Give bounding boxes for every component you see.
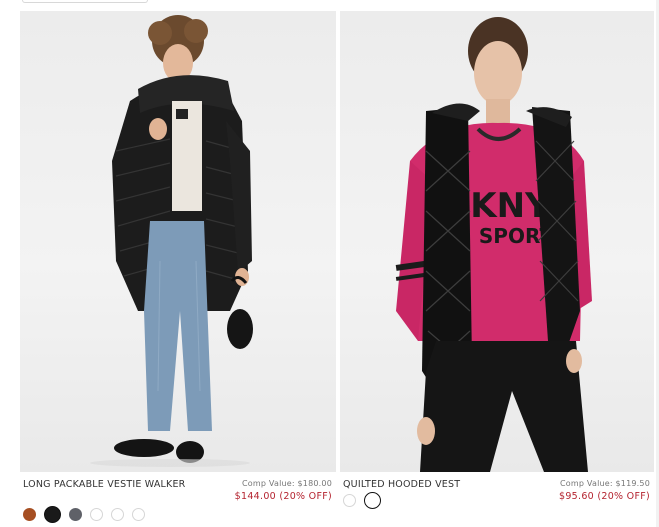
comp-value: Comp Value: $180.00 [242,479,332,488]
model-in-puffer-coat-illustration [90,15,253,467]
product-image[interactable]: KNY SPORT [340,11,654,472]
color-swatches [23,506,145,523]
color-swatch[interactable] [90,508,103,521]
sale-price: $95.60 (20% OFF) [558,491,650,502]
product-image[interactable] [20,11,336,472]
color-swatch[interactable] [343,494,356,507]
color-swatch[interactable] [132,508,145,521]
color-swatch-black[interactable] [44,506,61,523]
product-name[interactable]: QUILTED HOODED VEST [343,478,513,492]
product-name[interactable]: LONG PACKABLE VESTIE WALKER [23,478,193,492]
color-swatch[interactable] [111,508,124,521]
color-swatch-selected[interactable] [364,492,381,509]
product-card[interactable]: KNY SPORT QUILTED HOODED VEST Comp Value… [340,11,654,527]
comp-value: Comp Value: $119.50 [560,479,650,488]
filter-dropdown-stub[interactable] [22,0,148,3]
color-swatches [343,492,381,509]
color-swatch-grey[interactable] [69,508,82,521]
model-in-quilted-vest-illustration: KNY SPORT [395,17,592,472]
sale-price: $144.00 (20% OFF) [234,491,332,502]
product-card[interactable]: LONG PACKABLE VESTIE WALKER Comp Value: … [20,11,336,527]
color-swatch-cognac[interactable] [23,508,36,521]
